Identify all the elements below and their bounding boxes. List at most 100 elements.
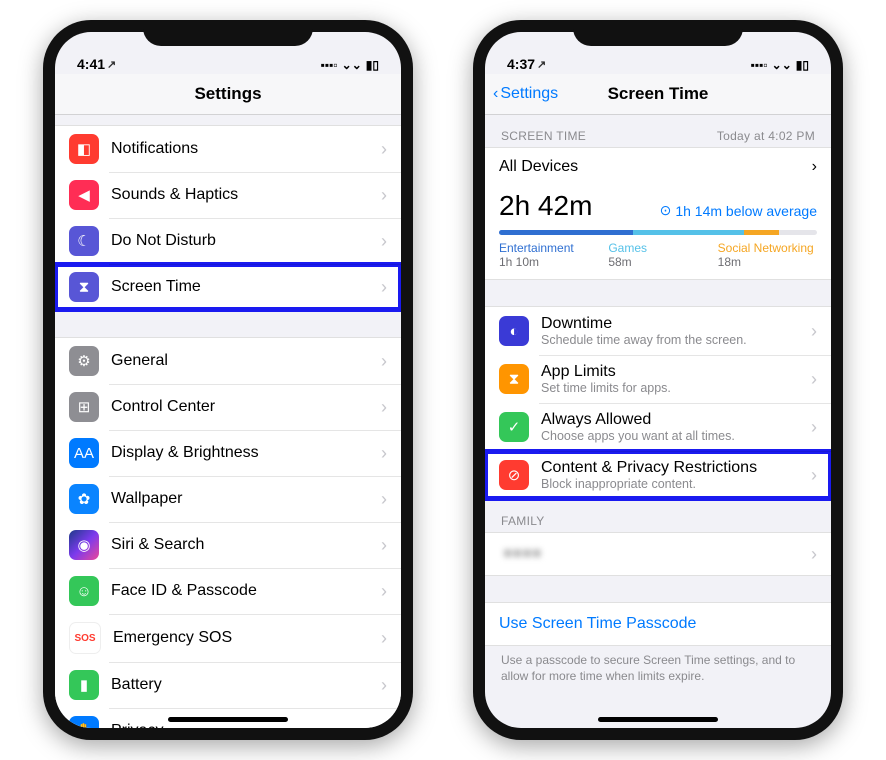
summary-device-label: All Devices: [499, 158, 578, 176]
settings-row[interactable]: ◀︎Sounds & Haptics›: [55, 172, 401, 218]
chevron-right-icon: ›: [381, 397, 387, 418]
settings-group-1: ◧Notifications›◀︎Sounds & Haptics›☾Do No…: [55, 125, 401, 311]
row-label: Downtime: [541, 315, 805, 333]
settings-row[interactable]: ⊘Content & Privacy RestrictionsBlock ina…: [485, 451, 831, 499]
row-label: Wallpaper: [111, 490, 375, 508]
usage-category-time: 1h 10m: [499, 255, 598, 269]
chevron-right-icon: ›: [381, 628, 387, 649]
chevron-right-icon: ›: [381, 443, 387, 464]
nav-title: Settings: [194, 84, 261, 104]
app-limits-icon: ⧗: [499, 364, 529, 394]
privacy-icon: ✋: [69, 716, 99, 728]
nav-title: Screen Time: [608, 84, 709, 104]
signal-icon: ▪▪▪▫: [751, 58, 768, 72]
settings-row[interactable]: ⧗Screen Time›: [55, 264, 401, 310]
family-group: ■■■■ ›: [485, 532, 831, 576]
usage-summary-card[interactable]: All Devices › 2h 42m ⊙ 1h 14m below aver…: [485, 147, 831, 280]
row-labels: Siri & Search: [111, 536, 375, 554]
location-arrow-icon: ↗: [107, 58, 116, 71]
row-label: Sounds & Haptics: [111, 186, 375, 204]
status-time: 4:37: [507, 56, 535, 72]
settings-row[interactable]: ✓Always AllowedChoose apps you want at a…: [485, 403, 831, 451]
chevron-right-icon: ›: [381, 581, 387, 602]
control-center-icon: ⊞: [69, 392, 99, 422]
chevron-right-icon: ›: [381, 139, 387, 160]
chevron-right-icon: ›: [381, 231, 387, 252]
usage-category-time: 58m: [608, 255, 707, 269]
siri-icon: ◉: [69, 530, 99, 560]
row-labels: Content & Privacy RestrictionsBlock inap…: [541, 459, 805, 491]
row-labels: DowntimeSchedule time away from the scre…: [541, 315, 805, 347]
family-member-row[interactable]: ■■■■ ›: [485, 533, 831, 575]
usage-category-name: Games: [608, 241, 707, 255]
wifi-icon: ⌄⌄: [772, 58, 792, 72]
chevron-right-icon: ›: [381, 351, 387, 372]
passcode-footer-note: Use a passcode to secure Screen Time set…: [485, 646, 831, 684]
row-labels: Control Center: [111, 398, 375, 416]
row-labels: Battery: [111, 676, 375, 694]
summary-device-row[interactable]: All Devices ›: [485, 148, 831, 186]
row-subtitle: Block inappropriate content.: [541, 477, 805, 491]
chevron-right-icon: ›: [381, 721, 387, 729]
row-subtitle: Choose apps you want at all times.: [541, 429, 805, 443]
chevron-right-icon: ›: [381, 185, 387, 206]
row-labels: Emergency SOS: [113, 629, 375, 647]
nav-bar: Settings: [55, 74, 401, 115]
chevron-right-icon: ›: [811, 417, 817, 438]
battery-icon: ▮▯: [366, 58, 379, 72]
summary-average: ⊙ 1h 14m below average: [660, 202, 817, 219]
hourglass-icon: ⧗: [69, 272, 99, 302]
settings-content[interactable]: ◧Notifications›◀︎Sounds & Haptics›☾Do No…: [55, 115, 401, 728]
settings-row[interactable]: AADisplay & Brightness›: [55, 430, 401, 476]
chevron-right-icon: ›: [811, 321, 817, 342]
chevron-right-icon: ›: [811, 369, 817, 390]
home-indicator[interactable]: [168, 717, 288, 722]
status-time: 4:41: [77, 56, 105, 72]
always-allowed-icon: ✓: [499, 412, 529, 442]
use-passcode-row[interactable]: Use Screen Time Passcode: [485, 603, 831, 645]
usage-bar: [499, 230, 817, 235]
settings-row[interactable]: ⊞ Control Center ›: [55, 384, 401, 430]
settings-row[interactable]: ◧Notifications›: [55, 126, 401, 172]
settings-row[interactable]: SOS Emergency SOS ›: [55, 614, 401, 662]
family-header-label: Family: [501, 514, 545, 528]
row-label: App Limits: [541, 363, 805, 381]
row-label: Do Not Disturb: [111, 232, 375, 250]
settings-row[interactable]: ◉Siri & Search›: [55, 522, 401, 568]
section-header-right: Today at 4:02 PM: [717, 129, 815, 143]
moon-icon: ☾: [69, 226, 99, 256]
settings-row[interactable]: ◐ DowntimeSchedule time away from the scr…: [485, 307, 831, 355]
wallpaper-icon: ✿: [69, 484, 99, 514]
chevron-right-icon: ›: [381, 675, 387, 696]
wifi-icon: ⌄⌄: [342, 58, 362, 72]
row-label: Privacy: [111, 722, 375, 728]
nav-bar: ‹ Settings Screen Time: [485, 74, 831, 115]
nav-back-button[interactable]: ‹ Settings: [493, 74, 558, 114]
sos-icon: SOS: [69, 622, 101, 654]
settings-row[interactable]: ✿Wallpaper›: [55, 476, 401, 522]
row-label: Content & Privacy Restrictions: [541, 459, 805, 477]
settings-row[interactable]: ⚙︎General›: [55, 338, 401, 384]
row-labels: Sounds & Haptics: [111, 186, 375, 204]
row-label: Screen Time: [111, 278, 375, 296]
downtime-icon: ◐: [499, 316, 529, 346]
summary-average-text: 1h 14m below average: [675, 203, 817, 219]
row-label: General: [111, 352, 375, 370]
home-indicator[interactable]: [598, 717, 718, 722]
row-labels: Face ID & Passcode: [111, 582, 375, 600]
summary-main: 2h 42m ⊙ 1h 14m below average Entertainm…: [485, 186, 831, 279]
notch: [143, 20, 313, 46]
phone-right: 4:37 ↗ ▪▪▪▫ ⌄⌄ ▮▯ ‹ Settings Screen Time…: [473, 20, 843, 740]
screentime-content[interactable]: Screen Time Today at 4:02 PM All Devices…: [485, 115, 831, 728]
chevron-right-icon: ›: [812, 158, 817, 176]
settings-row[interactable]: ⧗App LimitsSet time limits for apps.›: [485, 355, 831, 403]
settings-row[interactable]: ☾ Do Not Disturb ›: [55, 218, 401, 264]
usage-bar-seg-entertainment: [499, 230, 633, 235]
screen-right: 4:37 ↗ ▪▪▪▫ ⌄⌄ ▮▯ ‹ Settings Screen Time…: [485, 32, 831, 728]
settings-row[interactable]: ▮Battery›: [55, 662, 401, 708]
usage-category-time: 18m: [718, 255, 817, 269]
settings-row[interactable]: ☺︎Face ID & Passcode›: [55, 568, 401, 614]
usage-bar-seg-social: [744, 230, 779, 235]
row-label: Display & Brightness: [111, 444, 375, 462]
row-labels: General: [111, 352, 375, 370]
